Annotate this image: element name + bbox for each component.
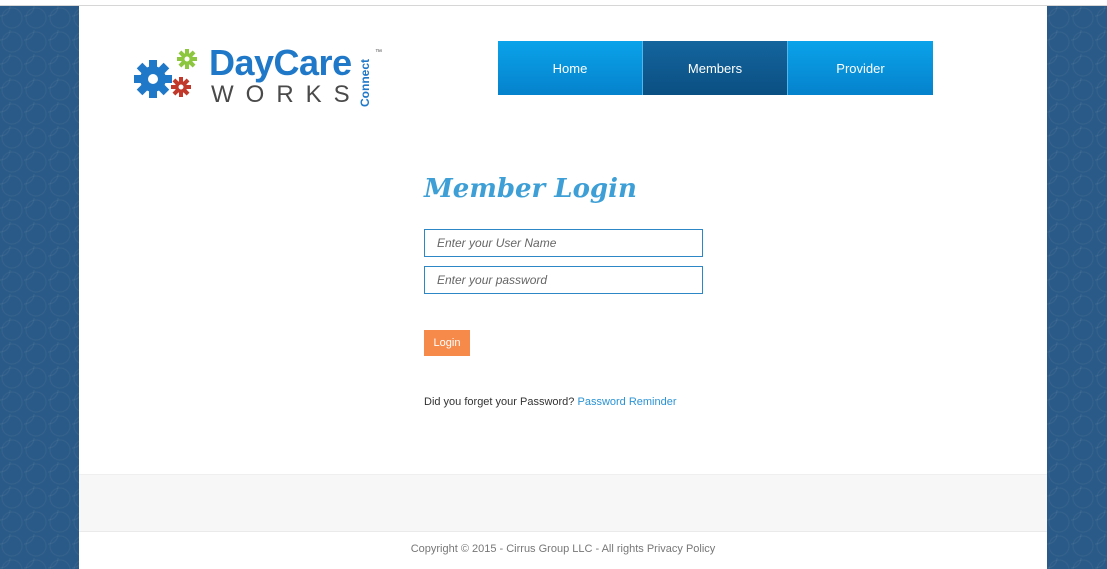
copyright-text: Copyright © 2015 - Cirrus Group LLC - Al… bbox=[410, 543, 644, 555]
forgot-password-text: Did you forget your Password? Password R… bbox=[424, 396, 677, 408]
password-reminder-link[interactable]: Password Reminder bbox=[577, 396, 676, 408]
username-input[interactable] bbox=[424, 229, 703, 257]
gears-icon bbox=[134, 49, 197, 98]
nav-item-home[interactable]: Home bbox=[498, 41, 643, 95]
nav-item-members[interactable]: Members bbox=[643, 41, 788, 95]
footer-band bbox=[79, 474, 1047, 532]
privacy-policy-link[interactable]: Privacy Policy bbox=[647, 543, 715, 555]
footer-copyright: Copyright © 2015 - Cirrus Group LLC - Al… bbox=[79, 543, 1047, 555]
login-button[interactable]: Login bbox=[424, 330, 470, 356]
logo-brand-top: DayCare bbox=[209, 42, 352, 83]
logo-brand-bottom: WORKS bbox=[211, 81, 362, 108]
site-logo[interactable]: DayCare WORKS Connect ™ bbox=[129, 41, 399, 111]
page-container: DayCare WORKS Connect ™ Home Members Pro… bbox=[79, 6, 1047, 569]
main-navigation: Home Members Provider bbox=[498, 41, 933, 95]
password-input[interactable] bbox=[424, 266, 703, 294]
nav-item-provider[interactable]: Provider bbox=[788, 41, 933, 95]
logo-brand-side: Connect bbox=[358, 59, 372, 107]
left-background-panel bbox=[0, 6, 79, 569]
right-background-panel bbox=[1047, 6, 1107, 569]
trademark-mark: ™ bbox=[375, 49, 382, 56]
forgot-password-label: Did you forget your Password? bbox=[424, 396, 575, 408]
login-title: Member Login bbox=[424, 174, 637, 204]
